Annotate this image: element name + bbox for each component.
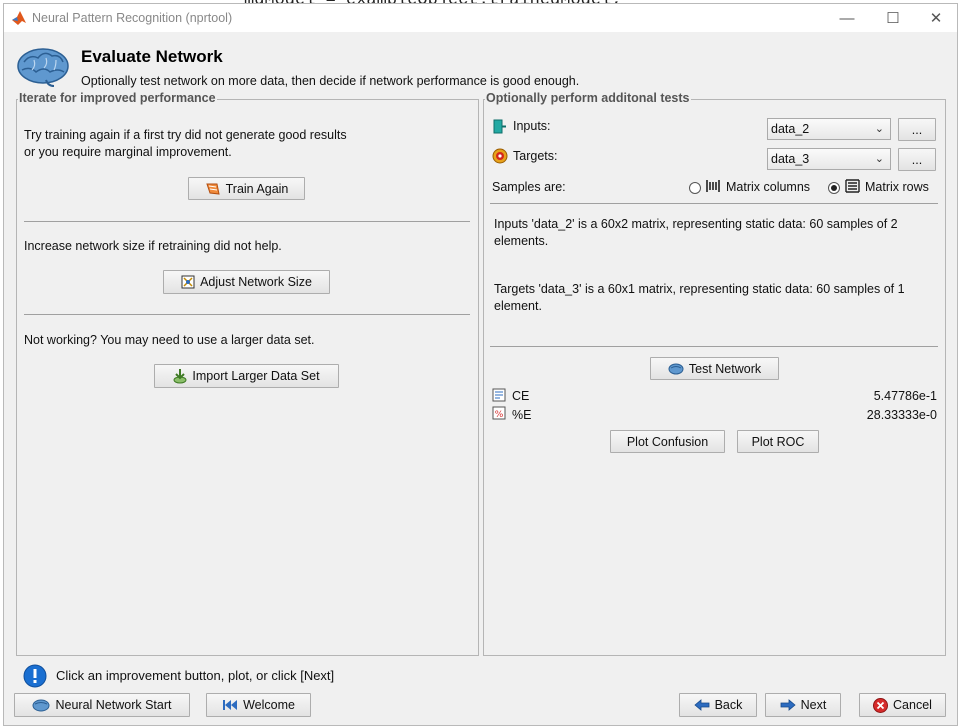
close-icon: ✕: [929, 10, 943, 27]
maximize-button[interactable]: ☐: [870, 4, 916, 32]
svg-text:%: %: [495, 410, 504, 420]
train-again-label: Train Again: [225, 181, 289, 196]
import-larger-data-label: Import Larger Data Set: [192, 369, 320, 383]
test-network-button[interactable]: Test Network: [650, 357, 779, 380]
network-size-text: Increase network size if retraining did …: [24, 239, 282, 253]
welcome-label: Welcome: [243, 698, 295, 712]
chevron-down-icon: ⌄: [874, 123, 884, 135]
matrix-rows-radio[interactable]: [828, 182, 840, 194]
panel-title: Optionally perform additonal tests: [485, 91, 691, 105]
panel-title: Iterate for improved performance: [18, 91, 217, 105]
inputs-browse-button[interactable]: ...: [898, 118, 936, 141]
percent-error-icon: %: [492, 406, 506, 420]
divider: [490, 203, 938, 204]
ce-value: 5.47786e-1: [873, 389, 937, 403]
inputs-select[interactable]: data_2 ⌄: [767, 118, 891, 140]
window-title: Neural Pattern Recognition (nprtool): [32, 11, 233, 25]
matrix-columns-radio[interactable]: [689, 182, 701, 194]
larger-data-text: Not working? You may need to use a large…: [24, 333, 315, 347]
plot-roc-button[interactable]: Plot ROC: [737, 430, 819, 453]
status-message: Click an improvement button, plot, or cl…: [56, 668, 335, 683]
chevron-down-icon: ⌄: [874, 153, 884, 165]
improve-performance-panel: Iterate for improved performance Try tra…: [16, 91, 479, 656]
brain-icon: [17, 48, 69, 87]
brain-icon: [668, 363, 684, 374]
next-label: Next: [800, 698, 827, 712]
targets-browse-button[interactable]: ...: [898, 148, 936, 171]
page-header: Evaluate Network Optionally test network…: [4, 32, 957, 94]
back-arrow-icon: [693, 699, 709, 711]
divider: [490, 346, 938, 347]
browse-label: ...: [911, 122, 923, 137]
samples-label: Samples are:: [492, 180, 566, 194]
inputs-icon: [493, 119, 506, 134]
nprtool-window: Neural Pattern Recognition (nprtool) — ☐…: [3, 3, 958, 726]
performance-icon: [492, 388, 506, 402]
matrix-rows-icon: [845, 179, 860, 193]
minimize-icon: —: [839, 9, 855, 27]
inputs-info-text: Inputs 'data_2' is a 60x2 matrix, repres…: [494, 217, 898, 248]
plot-roc-label: Plot ROC: [751, 434, 805, 449]
import-larger-data-button[interactable]: Import Larger Data Set: [154, 364, 339, 388]
train-icon: [205, 183, 220, 195]
back-button[interactable]: Back: [679, 693, 757, 717]
adjust-network-size-button[interactable]: Adjust Network Size: [163, 270, 330, 294]
targets-icon: [492, 148, 508, 164]
percent-error-value: 28.33333e-0: [866, 408, 937, 422]
ce-label: CE: [512, 389, 530, 403]
welcome-button[interactable]: Welcome: [206, 693, 311, 717]
targets-label: Targets:: [513, 149, 558, 163]
matlab-logo-icon: [12, 11, 26, 25]
test-network-label: Test Network: [688, 361, 762, 376]
browse-label: ...: [911, 152, 923, 167]
matrix-columns-label: Matrix columns: [726, 180, 811, 194]
page-subtitle: Optionally test network on more data, th…: [81, 74, 580, 88]
cancel-button[interactable]: Cancel: [859, 693, 946, 717]
matrix-rows-label: Matrix rows: [865, 180, 929, 194]
matrix-columns-icon: [706, 180, 720, 192]
page-title: Evaluate Network: [81, 47, 223, 66]
maximize-icon: ☐: [886, 10, 900, 27]
rewind-icon: [223, 700, 238, 710]
info-icon: [23, 664, 47, 688]
additional-tests-panel: Optionally perform additonal tests Input…: [483, 91, 946, 656]
retrain-text-2: or you require marginal improvement.: [24, 145, 232, 159]
divider: [24, 314, 470, 315]
adjust-network-size-label: Adjust Network Size: [200, 275, 312, 289]
neural-network-start-button[interactable]: Neural Network Start: [14, 693, 190, 717]
plot-confusion-label: Plot Confusion: [626, 434, 709, 449]
title-bar: Neural Pattern Recognition (nprtool) — ☐…: [4, 4, 957, 32]
close-window-button[interactable]: ✕: [913, 4, 957, 32]
brain-icon: [32, 699, 50, 711]
targets-select[interactable]: data_3 ⌄: [767, 148, 891, 170]
cancel-icon: [873, 697, 889, 713]
neural-network-start-label: Neural Network Start: [55, 698, 172, 712]
minimize-button[interactable]: —: [824, 4, 870, 32]
targets-select-value: data_3: [771, 152, 810, 166]
retrain-text-1: Try training again if a first try did no…: [24, 128, 347, 142]
percent-error-label: %E: [512, 408, 532, 422]
targets-info-text: Targets 'data_3' is a 60x1 matrix, repre…: [494, 282, 905, 313]
inputs-select-value: data_2: [771, 122, 810, 136]
next-arrow-icon: [780, 699, 796, 711]
next-button[interactable]: Next: [765, 693, 841, 717]
train-again-button[interactable]: Train Again: [188, 177, 305, 200]
import-icon: [173, 369, 187, 384]
network-icon: [181, 275, 195, 289]
divider: [24, 221, 470, 222]
cancel-label: Cancel: [893, 698, 932, 712]
inputs-label: Inputs:: [513, 119, 551, 133]
plot-confusion-button[interactable]: Plot Confusion: [610, 430, 725, 453]
back-label: Back: [714, 698, 743, 712]
